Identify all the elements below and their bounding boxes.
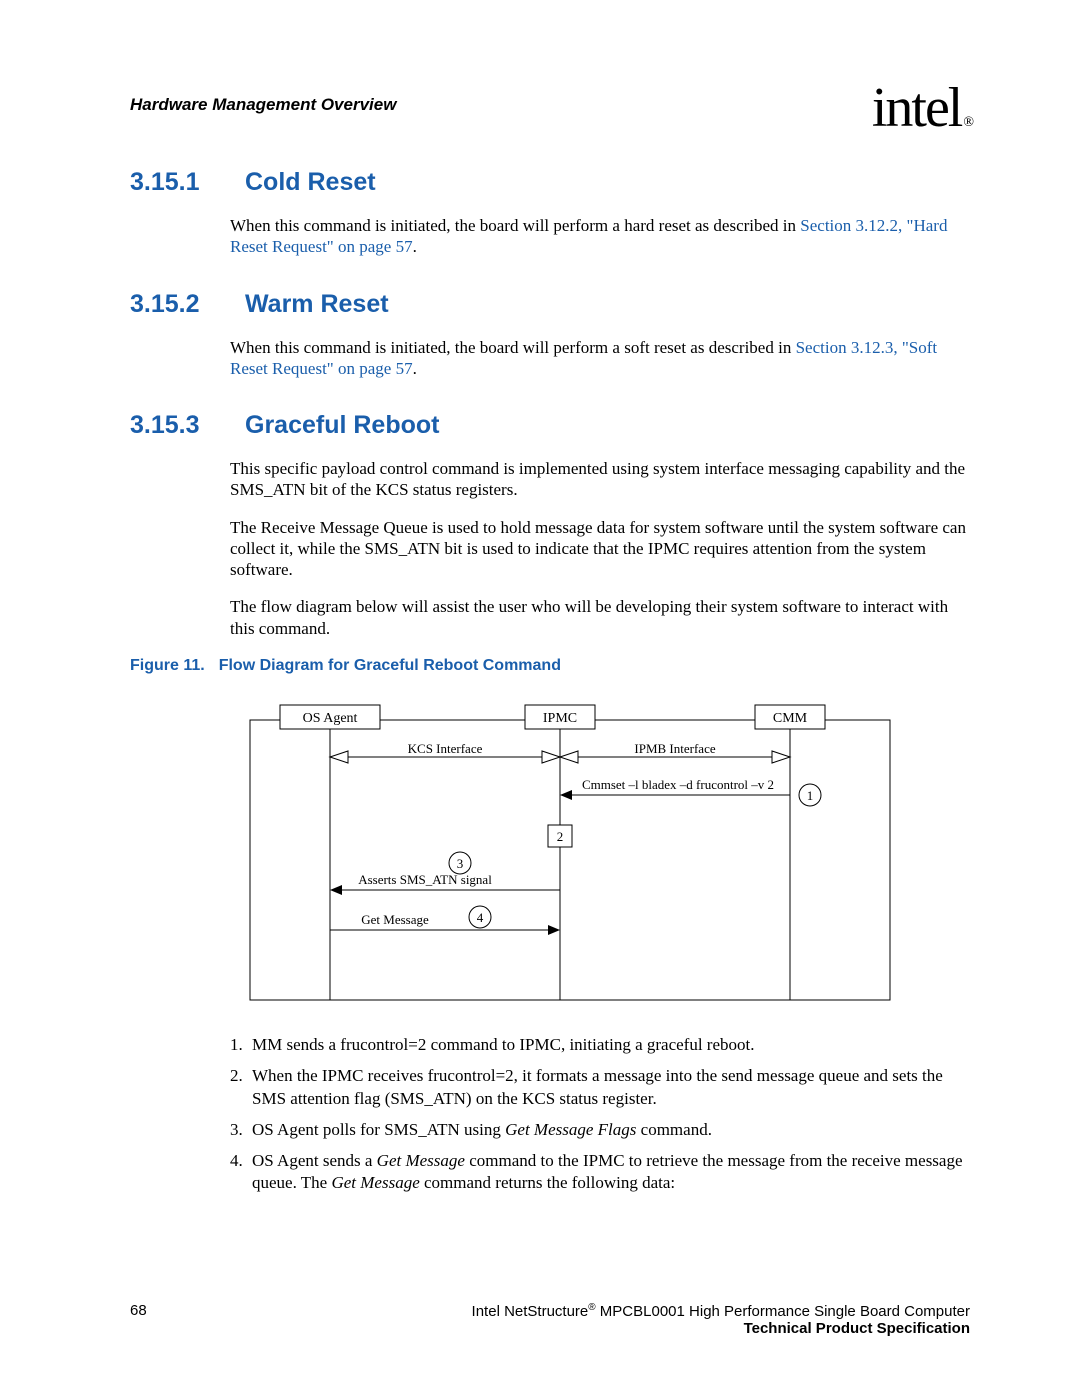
sequence-diagram-svg: OS Agent IPMC CMM KCS Interface I	[230, 695, 910, 1015]
section-title: Warm Reset	[245, 290, 389, 319]
header-section-title: Hardware Management Overview	[130, 95, 396, 115]
step-4: 4	[477, 910, 484, 925]
step-1: 1	[807, 788, 814, 803]
section-number: 3.15.3	[130, 411, 215, 440]
section-heading: 3.15.3 Graceful Reboot	[130, 411, 970, 440]
section-cold-reset: 3.15.1 Cold Reset When this command is i…	[130, 168, 970, 258]
actor-cmm: CMM	[773, 711, 808, 726]
section-title: Graceful Reboot	[245, 411, 439, 440]
footer-line1: Intel NetStructure® MPCBL0001 High Perfo…	[472, 1302, 970, 1320]
section-warm-reset: 3.15.2 Warm Reset When this command is i…	[130, 290, 970, 380]
label-kcs: KCS Interface	[408, 741, 483, 756]
section-number: 3.15.2	[130, 290, 215, 319]
footer-right: Intel NetStructure® MPCBL0001 High Perfo…	[472, 1302, 970, 1337]
figure-label: Figure 11.	[130, 657, 205, 674]
section-title: Cold Reset	[245, 168, 376, 197]
text: .	[413, 237, 417, 256]
label-ipmb: IPMB Interface	[634, 741, 715, 756]
actor-ipmc: IPMC	[543, 711, 577, 726]
logo-registered: ®	[963, 115, 972, 130]
list-text: When the IPMC receives frucontrol=2, it …	[252, 1065, 970, 1111]
page-number: 68	[130, 1302, 147, 1337]
page: Hardware Management Overview intel® 3.15…	[0, 0, 1080, 1397]
list-item: 3. OS Agent polls for SMS_ATN using Get …	[230, 1119, 970, 1142]
page-header: Hardware Management Overview intel®	[130, 80, 970, 136]
actor-os: OS Agent	[303, 711, 358, 726]
page-footer: 68 Intel NetStructure® MPCBL0001 High Pe…	[130, 1302, 970, 1337]
step-3: 3	[457, 856, 464, 871]
figure-title: Flow Diagram for Graceful Reboot Command	[219, 657, 561, 674]
paragraph: This specific payload control command is…	[230, 458, 970, 501]
list-number: 3.	[230, 1119, 252, 1142]
label-cmd: Cmmset –l bladex –d frucontrol –v 2	[582, 777, 774, 792]
list-number: 4.	[230, 1150, 252, 1196]
footer-line2: Technical Product Specification	[472, 1320, 970, 1337]
paragraph: When this command is initiated, the boar…	[230, 337, 970, 380]
list-text: OS Agent sends a Get Message command to …	[252, 1150, 970, 1196]
paragraph: The flow diagram below will assist the u…	[230, 596, 970, 639]
text: When this command is initiated, the boar…	[230, 338, 796, 357]
paragraph: When this command is initiated, the boar…	[230, 215, 970, 258]
list-number: 2.	[230, 1065, 252, 1111]
list-item: 2. When the IPMC receives frucontrol=2, …	[230, 1065, 970, 1111]
list-item: 4. OS Agent sends a Get Message command …	[230, 1150, 970, 1196]
figure-caption: Figure 11. Flow Diagram for Graceful Rebo…	[130, 657, 970, 675]
paragraph: The Receive Message Queue is used to hol…	[230, 517, 970, 581]
list-text: MM sends a frucontrol=2 command to IPMC,…	[252, 1034, 970, 1057]
flow-diagram: OS Agent IPMC CMM KCS Interface I	[230, 695, 970, 1020]
ordered-list: 1. MM sends a frucontrol=2 command to IP…	[230, 1034, 970, 1196]
step-2: 2	[557, 829, 564, 844]
section-number: 3.15.1	[130, 168, 215, 197]
section-heading: 3.15.2 Warm Reset	[130, 290, 970, 319]
intel-logo: intel®	[872, 80, 970, 136]
section-heading: 3.15.1 Cold Reset	[130, 168, 970, 197]
list-item: 1. MM sends a frucontrol=2 command to IP…	[230, 1034, 970, 1057]
list-text: OS Agent polls for SMS_ATN using Get Mes…	[252, 1119, 970, 1142]
text: .	[413, 359, 417, 378]
list-number: 1.	[230, 1034, 252, 1057]
text: When this command is initiated, the boar…	[230, 216, 800, 235]
label-assert: Asserts SMS_ATN signal	[358, 872, 492, 887]
section-graceful-reboot: 3.15.3 Graceful Reboot This specific pay…	[130, 411, 970, 1195]
label-getmsg: Get Message	[361, 912, 429, 927]
logo-text: intel	[872, 77, 962, 139]
